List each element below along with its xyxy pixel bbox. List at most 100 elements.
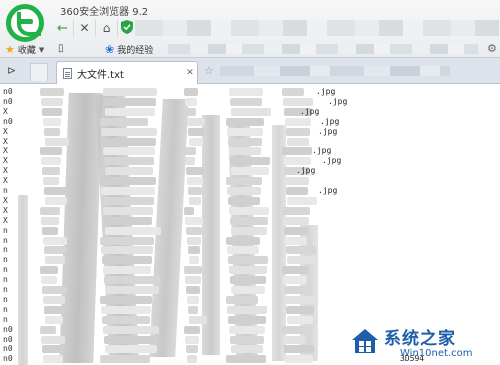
blurred-text <box>45 196 67 205</box>
blurred-text <box>185 335 199 344</box>
blurred-text <box>104 335 158 344</box>
blurred-text <box>184 88 198 96</box>
close-page-button[interactable]: ✕ <box>74 19 96 37</box>
blurred-text <box>230 97 262 106</box>
blurred-text <box>230 335 264 344</box>
blurred-text <box>42 286 66 294</box>
blurred-text <box>226 355 266 364</box>
blurred-text <box>103 266 151 275</box>
tab-active[interactable]: 大文件.txt ✕ <box>56 61 198 84</box>
blurred-text <box>101 127 157 136</box>
blurred-text <box>44 127 60 136</box>
blurred-text <box>102 315 150 324</box>
blurred-text <box>285 295 315 304</box>
home-button[interactable]: ⌂ <box>96 19 118 37</box>
navigation-toolbar: ← ✕ ⌂ <box>52 18 118 38</box>
blurred-text <box>42 167 60 176</box>
blurred-text <box>285 177 309 186</box>
blurred-text <box>227 246 259 255</box>
blurred-text <box>100 295 152 304</box>
blurred-text <box>282 206 310 215</box>
blurred-text <box>184 147 196 156</box>
star-outline-icon[interactable]: ☆ <box>204 64 214 77</box>
blurred-text <box>186 167 204 176</box>
blurred-text <box>286 305 314 314</box>
blurred-text <box>230 216 268 225</box>
blurred-text <box>40 206 60 215</box>
back-arrow-icon: ← <box>57 20 68 36</box>
blurred-text <box>189 137 203 146</box>
blurred-text <box>189 315 207 324</box>
blurred-text <box>283 157 311 166</box>
tab-close-icon[interactable]: ✕ <box>183 68 197 78</box>
blurred-text <box>102 196 154 205</box>
blurred-text <box>287 256 315 265</box>
blurred-text <box>187 117 205 126</box>
blurred-text <box>102 256 152 265</box>
blurred-text <box>287 315 313 324</box>
bookmarks-bar: ★ 收藏 ▼ ▯ ❀ 我的经验 ⚙ <box>0 40 500 58</box>
blurred-text <box>226 295 258 304</box>
blurred-text <box>185 276 201 285</box>
star-icon: ★ <box>5 43 15 56</box>
blurred-text <box>188 187 202 195</box>
blurred-text <box>231 226 267 235</box>
blurred-text <box>43 295 65 304</box>
blurred-text <box>226 177 262 186</box>
blurred-text <box>105 107 155 116</box>
blurred-text <box>227 305 267 314</box>
blurred-text <box>231 286 265 294</box>
window-title: 360安全浏览器 9.2 <box>60 7 149 18</box>
blurred-text <box>184 206 194 215</box>
watermark: 系统之家 Win10net.com <box>350 318 498 364</box>
blurred-text <box>43 236 67 245</box>
home-icon: ⌂ <box>102 21 111 35</box>
blurred-text <box>40 266 58 275</box>
blurred-text <box>230 276 266 285</box>
blurred-text <box>43 355 63 364</box>
blurred-text <box>226 117 264 126</box>
gear-icon[interactable]: ⚙ <box>487 42 497 55</box>
blurred-text <box>104 97 156 106</box>
mobile-icon[interactable]: ▯ <box>58 43 64 54</box>
favorites-label: 收藏 <box>17 46 36 56</box>
blurred-text <box>41 276 57 285</box>
blurred-text <box>231 345 263 354</box>
blurred-text <box>185 97 197 106</box>
blurred-text <box>226 236 260 245</box>
paw-icon: ❀ <box>105 43 115 56</box>
browser-chrome: 360安全浏览器 9.2 ← ✕ ⌂ ★ 收藏 ▼ ▯ ❀ 我的经验 ⚙ <box>0 0 500 58</box>
blurred-text <box>101 187 155 195</box>
tab-placeholder[interactable] <box>30 63 48 81</box>
sidebar-toggle-icon[interactable]: ⊳ <box>7 64 16 77</box>
blurred-text <box>287 196 317 205</box>
house-logo-icon <box>352 329 378 353</box>
blurred-text <box>188 305 198 314</box>
blurred-text <box>283 335 305 344</box>
blurred-text <box>187 355 197 364</box>
bookmark-my-experience[interactable]: ❀ 我的经验 <box>105 43 153 56</box>
blurred-text <box>229 266 267 275</box>
blurred-text <box>100 117 148 126</box>
blurred-text <box>184 266 202 275</box>
blurred-text <box>101 305 151 314</box>
blurred-text <box>102 137 156 146</box>
blurred-text <box>188 127 204 136</box>
blurred-text <box>187 177 203 186</box>
back-button[interactable]: ← <box>52 19 74 37</box>
blurred-text <box>285 117 311 126</box>
blurred-text <box>42 226 58 235</box>
security-shield-icon[interactable] <box>121 20 133 34</box>
blurred-text <box>283 276 307 285</box>
blurred-text <box>40 147 62 156</box>
favorites-menu[interactable]: ★ 收藏 ▼ <box>5 43 44 56</box>
blurred-text <box>105 286 159 294</box>
watermark-subtitle: Win10net.com <box>400 348 473 359</box>
blurred-text <box>186 345 198 354</box>
blurred-text <box>229 88 263 96</box>
blurred-text <box>185 216 203 225</box>
blurred-text <box>230 157 270 166</box>
address-bar[interactable] <box>135 20 500 36</box>
blurred-text <box>184 325 200 334</box>
blurred-text <box>105 226 161 235</box>
